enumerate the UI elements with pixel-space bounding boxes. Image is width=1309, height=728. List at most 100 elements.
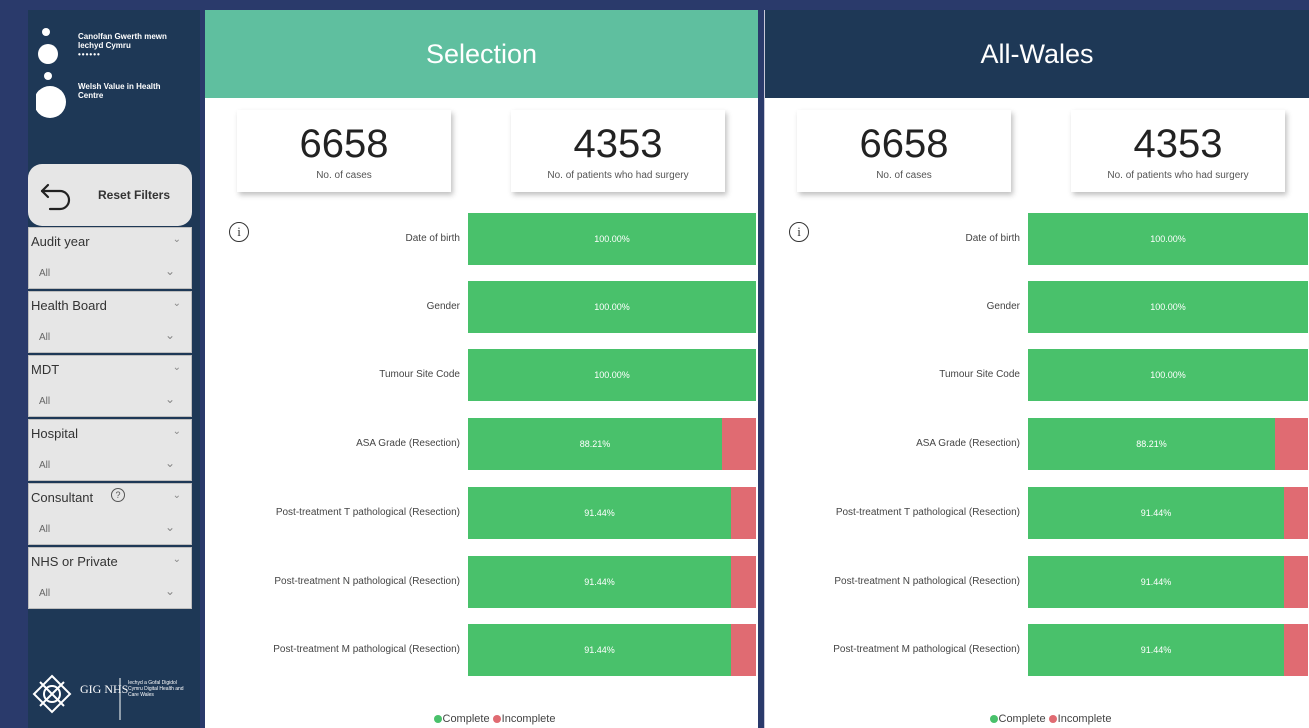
reset-filters-label: Reset Filters xyxy=(98,188,171,202)
complete-bar[interactable]: 91.44% xyxy=(1028,487,1284,539)
row-label: Post-treatment M pathological (Resection… xyxy=(273,644,460,655)
row-label: Gender xyxy=(986,301,1020,312)
complete-dot-icon xyxy=(989,715,998,724)
reset-filters-button[interactable]: Reset Filters xyxy=(28,164,192,226)
chevron-down-icon[interactable]: ⌄ xyxy=(165,328,175,342)
complete-bar[interactable]: 100.00% xyxy=(468,213,756,265)
chevron-down-icon[interactable]: ⌄ xyxy=(165,456,175,470)
surgery-card: 4353 No. of patients who had surgery xyxy=(511,110,725,192)
row-label: Post-treatment N pathological (Resection… xyxy=(834,576,1020,587)
row-label: ASA Grade (Resection) xyxy=(356,438,460,449)
row-label: Post-treatment M pathological (Resection… xyxy=(833,644,1020,655)
card-label: No. of cases xyxy=(876,170,932,181)
help-icon[interactable]: ? xyxy=(111,488,125,502)
sidebar: Canolfan Gwerth mewn Iechyd Cymru ••••••… xyxy=(28,10,200,728)
card-label: No. of patients who had surgery xyxy=(547,170,689,181)
row-label: Date of birth xyxy=(965,233,1020,244)
card-value: 6658 xyxy=(299,122,389,166)
complete-bar[interactable]: 91.44% xyxy=(468,624,731,676)
panel-title: Selection xyxy=(205,10,758,98)
logo-welsh-name: Canolfan Gwerth mewn Iechyd Cymru xyxy=(78,32,167,50)
complete-bar[interactable]: 100.00% xyxy=(1028,349,1308,401)
incomplete-bar[interactable] xyxy=(731,624,756,676)
undo-arrow-icon xyxy=(40,183,71,211)
chevron-down-icon[interactable]: ⌄ xyxy=(173,554,181,565)
incomplete-bar[interactable] xyxy=(731,556,756,608)
incomplete-bar[interactable] xyxy=(1284,624,1308,676)
row-label: Date of birth xyxy=(405,233,460,244)
row-label: Post-treatment T pathological (Resection… xyxy=(275,507,460,518)
legend-complete: Complete xyxy=(442,713,490,725)
complete-dot-icon xyxy=(433,715,442,724)
filter-value[interactable]: All xyxy=(39,460,50,471)
legend: Complete Incomplete xyxy=(433,713,555,725)
incomplete-dot-icon xyxy=(492,715,501,724)
filter-hospital[interactable]: Hospital ⌄ All ⌄ xyxy=(28,419,192,481)
chevron-down-icon[interactable]: ⌄ xyxy=(173,298,181,309)
incomplete-bar[interactable] xyxy=(1284,556,1308,608)
chevron-down-icon[interactable]: ⌄ xyxy=(165,392,175,406)
row-label: Post-treatment T pathological (Resection… xyxy=(835,507,1020,518)
incomplete-bar[interactable] xyxy=(1275,418,1308,470)
filter-title: Health Board xyxy=(31,298,107,313)
row-label: ASA Grade (Resection) xyxy=(916,438,1020,449)
complete-bar[interactable]: 88.21% xyxy=(468,418,722,470)
cases-card: 6658 No. of cases xyxy=(237,110,451,192)
filter-value[interactable]: All xyxy=(39,524,50,535)
filter-consultant[interactable]: Consultant? ⌄ All ⌄ xyxy=(28,483,192,545)
incomplete-bar[interactable] xyxy=(731,487,756,539)
complete-bar[interactable]: 91.44% xyxy=(1028,624,1284,676)
card-value: 4353 xyxy=(573,122,663,166)
all-wales-panel: All-Wales 6658 No. of cases 4353 No. of pati… xyxy=(764,10,1309,728)
chevron-down-icon[interactable]: ⌄ xyxy=(173,362,181,373)
card-value: 6658 xyxy=(859,122,949,166)
panel-title: All-Wales xyxy=(765,10,1309,98)
complete-bar[interactable]: 91.44% xyxy=(468,556,731,608)
complete-bar[interactable]: 91.44% xyxy=(1028,556,1284,608)
filter-audit-year[interactable]: Audit year ⌄ All ⌄ xyxy=(28,227,192,289)
dhcw-text: Iechyd a Gofal Digidol Cymru Digital Hea… xyxy=(128,680,184,698)
filter-value[interactable]: All xyxy=(39,268,50,279)
surgery-card: 4353 No. of patients who had surgery xyxy=(1071,110,1285,192)
row-label: Tumour Site Code xyxy=(939,369,1020,380)
complete-bar[interactable]: 91.44% xyxy=(468,487,731,539)
logo-dots: •••••• xyxy=(78,50,101,59)
legend: Complete Incomplete xyxy=(989,713,1112,725)
filter-value[interactable]: All xyxy=(39,396,50,407)
chevron-down-icon[interactable]: ⌄ xyxy=(165,264,175,278)
chevron-down-icon[interactable]: ⌄ xyxy=(165,520,175,534)
filter-title: Audit year xyxy=(31,234,90,249)
incomplete-bar[interactable] xyxy=(722,418,756,470)
logo-welsh-text: Canolfan Gwerth mewn Iechyd Cymru •••••• xyxy=(78,32,188,59)
filter-title: NHS or Private xyxy=(31,554,118,569)
complete-bar[interactable]: 88.21% xyxy=(1028,418,1275,470)
complete-bar[interactable]: 100.00% xyxy=(1028,213,1308,265)
chevron-down-icon[interactable]: ⌄ xyxy=(173,426,181,437)
complete-bar[interactable]: 100.00% xyxy=(468,281,756,333)
row-label: Gender xyxy=(426,301,460,312)
filter-nhs-or-private[interactable]: NHS or Private ⌄ All ⌄ xyxy=(28,547,192,609)
incomplete-dot-icon xyxy=(1048,715,1057,724)
row-label: Post-treatment N pathological (Resection… xyxy=(274,576,460,587)
legend-complete: Complete xyxy=(998,713,1046,725)
incomplete-bar[interactable] xyxy=(1284,487,1308,539)
cases-card: 6658 No. of cases xyxy=(797,110,1011,192)
filter-mdt[interactable]: MDT ⌄ All ⌄ xyxy=(28,355,192,417)
legend-incomplete: Incomplete xyxy=(1057,713,1112,725)
card-label: No. of patients who had surgery xyxy=(1107,170,1249,181)
chevron-down-icon[interactable]: ⌄ xyxy=(173,490,181,501)
chevron-down-icon[interactable]: ⌄ xyxy=(173,234,181,245)
row-label: Tumour Site Code xyxy=(379,369,460,380)
selection-panel: Selection 6658 No. of cases 4353 No. of pati… xyxy=(205,10,758,728)
card-label: No. of cases xyxy=(316,170,372,181)
filter-title: Hospital xyxy=(31,426,78,441)
card-value: 4353 xyxy=(1133,122,1223,166)
complete-bar[interactable]: 100.00% xyxy=(1028,281,1308,333)
complete-bar[interactable]: 100.00% xyxy=(468,349,756,401)
logo-english-name: Welsh Value in Health Centre xyxy=(78,82,161,100)
filter-health-board[interactable]: Health Board ⌄ All ⌄ xyxy=(28,291,192,353)
filter-value[interactable]: All xyxy=(39,332,50,343)
filter-value[interactable]: All xyxy=(39,588,50,599)
filter-title: MDT xyxy=(31,362,60,377)
chevron-down-icon[interactable]: ⌄ xyxy=(165,584,175,598)
